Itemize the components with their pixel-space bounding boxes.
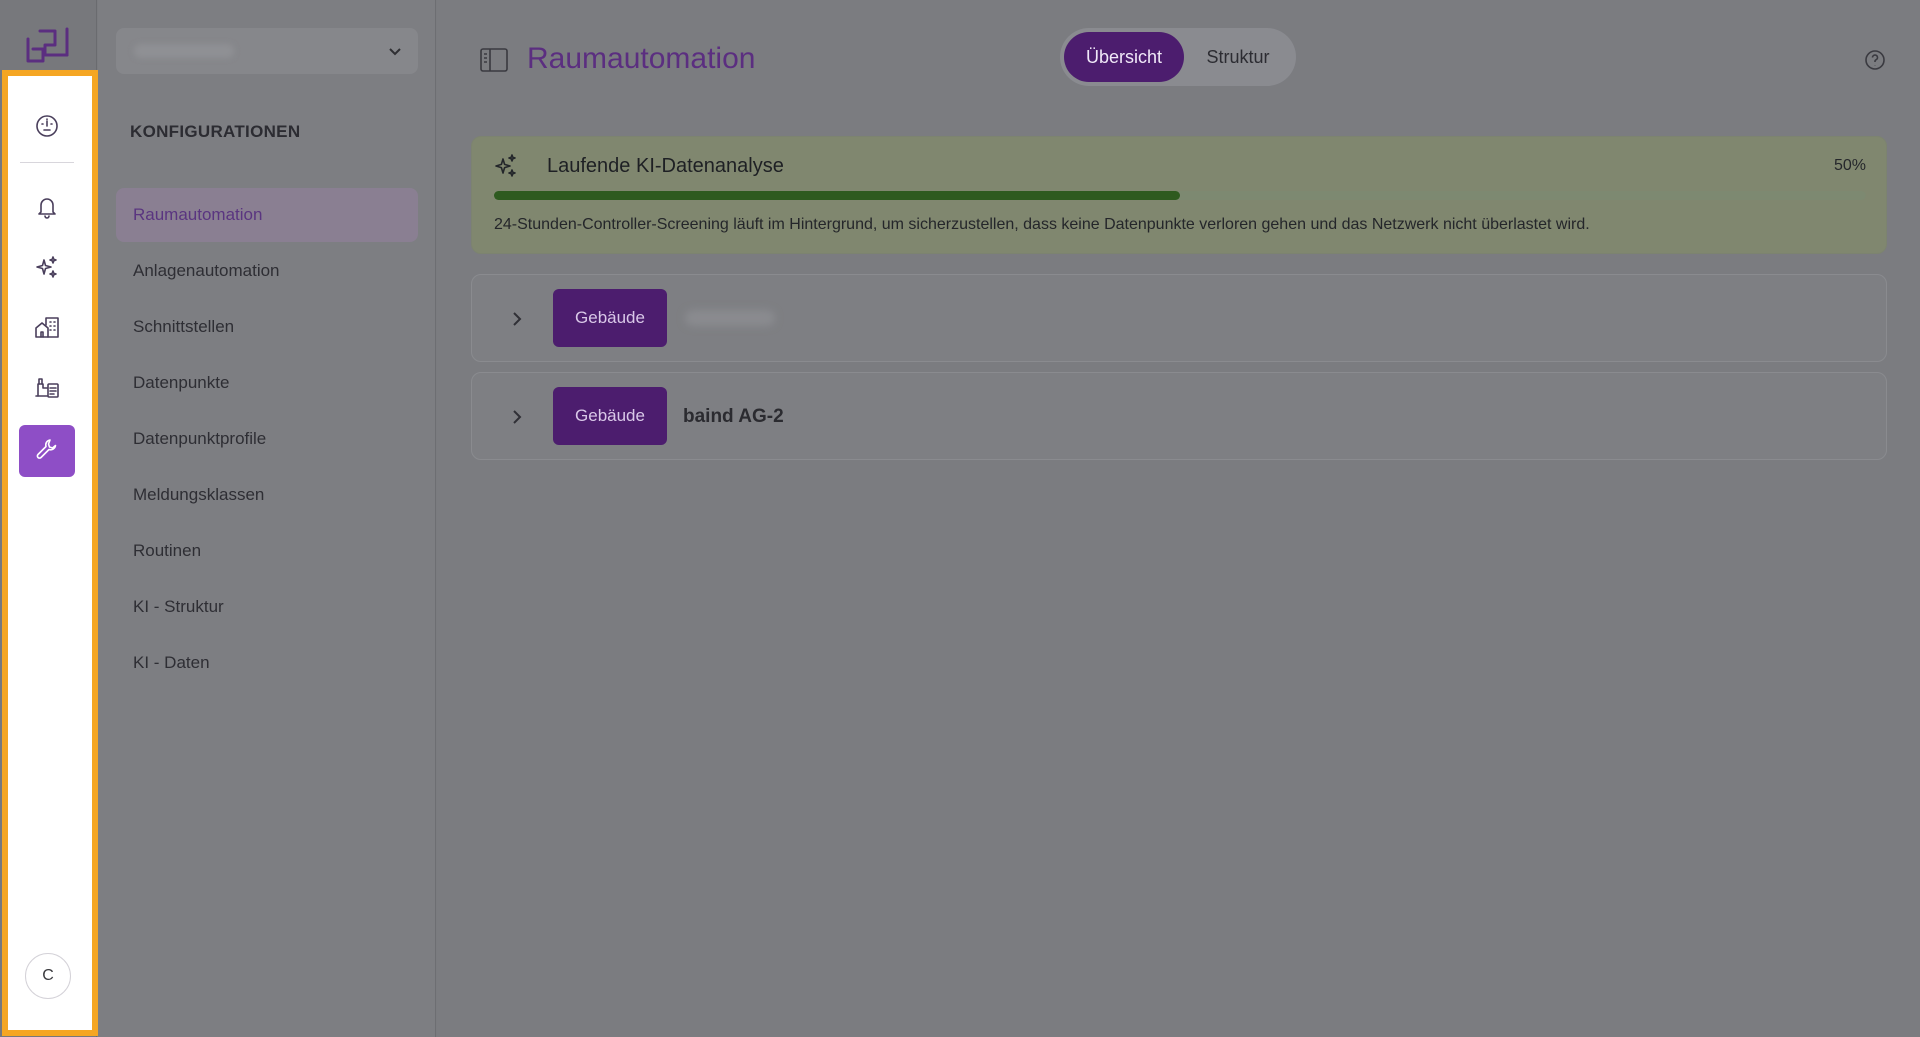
rail-configuration-button[interactable]: [19, 425, 75, 477]
rail-notifications-button[interactable]: [19, 183, 75, 235]
project-select[interactable]: [116, 28, 418, 74]
sidebar-item-routinen[interactable]: Routinen: [116, 524, 418, 578]
ai-analysis-progress-fill: [494, 191, 1180, 200]
ai-analysis-percent: 50%: [1833, 157, 1866, 174]
sidebar-item-anlagenautomation[interactable]: Anlagenautomation: [116, 244, 418, 298]
rail-dashboard-button[interactable]: [19, 102, 75, 154]
rail-divider: [20, 162, 74, 163]
sidebar-item-meldungsklassen[interactable]: Meldungsklassen: [116, 468, 418, 522]
buildings-icon: [33, 314, 61, 347]
bell-icon: [33, 193, 61, 226]
configuration-sidebar: KONFIGURATIONEN Raumautomation Anlagenau…: [98, 0, 436, 1037]
tab-uebersicht[interactable]: Übersicht: [1064, 32, 1184, 82]
chevron-down-icon: [386, 42, 404, 60]
dashboard-gauge-icon: [33, 112, 61, 145]
building-type-badge: Gebäude: [553, 289, 667, 347]
sidebar-section-title: KONFIGURATIONEN: [130, 122, 301, 141]
ai-analysis-progress-bar: [494, 191, 1866, 200]
building-name: baind AG-2: [683, 406, 784, 427]
building-type-badge: Gebäude: [553, 387, 667, 445]
app-logo[interactable]: [25, 25, 71, 67]
user-avatar[interactable]: C: [25, 953, 71, 999]
ai-analysis-card: Laufende KI-Datenanalyse 50% 24-Stunden-…: [471, 136, 1887, 254]
view-toggle: Übersicht Struktur: [1060, 28, 1296, 86]
panel-left-icon: [479, 48, 509, 77]
sidebar-item-datenpunkte[interactable]: Datenpunkte: [116, 356, 418, 410]
help-circle-icon: [1864, 50, 1886, 75]
chevron-right-icon[interactable]: [506, 406, 528, 428]
wrench-icon: [33, 435, 61, 468]
rail-ai-button[interactable]: [19, 243, 75, 295]
plant-documents-icon: [33, 374, 61, 407]
rail-buildings-button[interactable]: [19, 304, 75, 356]
sidebar-item-ki-daten[interactable]: KI - Daten: [116, 636, 418, 690]
sidebar-toggle-button[interactable]: [479, 47, 509, 73]
sidebar-item-ki-struktur[interactable]: KI - Struktur: [116, 580, 418, 634]
building-name-redacted: [685, 310, 775, 326]
tab-struktur[interactable]: Struktur: [1184, 32, 1292, 82]
building-row[interactable]: Gebäude: [471, 274, 1887, 362]
sidebar-item-schnittstellen[interactable]: Schnittstellen: [116, 300, 418, 354]
rail-plants-button[interactable]: [19, 364, 75, 416]
main-content: Raumautomation Übersicht Struktur Laufen…: [437, 0, 1920, 1037]
help-button[interactable]: [1864, 49, 1886, 71]
icon-rail: C: [0, 0, 98, 1037]
chevron-right-icon[interactable]: [506, 308, 528, 330]
ai-analysis-title: Laufende KI-Datenanalyse: [547, 155, 784, 177]
ai-analysis-description: 24-Stunden-Controller-Screening läuft im…: [494, 216, 1590, 233]
sparkles-icon: [493, 153, 519, 179]
project-select-value-redacted: [134, 44, 234, 58]
sidebar-item-datenpunktprofile[interactable]: Datenpunktprofile: [116, 412, 418, 466]
sidebar-item-raumautomation[interactable]: Raumautomation: [116, 188, 418, 242]
sparkles-icon: [33, 253, 61, 286]
building-row[interactable]: Gebäude baind AG-2: [471, 372, 1887, 460]
page-title: Raumautomation: [527, 42, 756, 75]
